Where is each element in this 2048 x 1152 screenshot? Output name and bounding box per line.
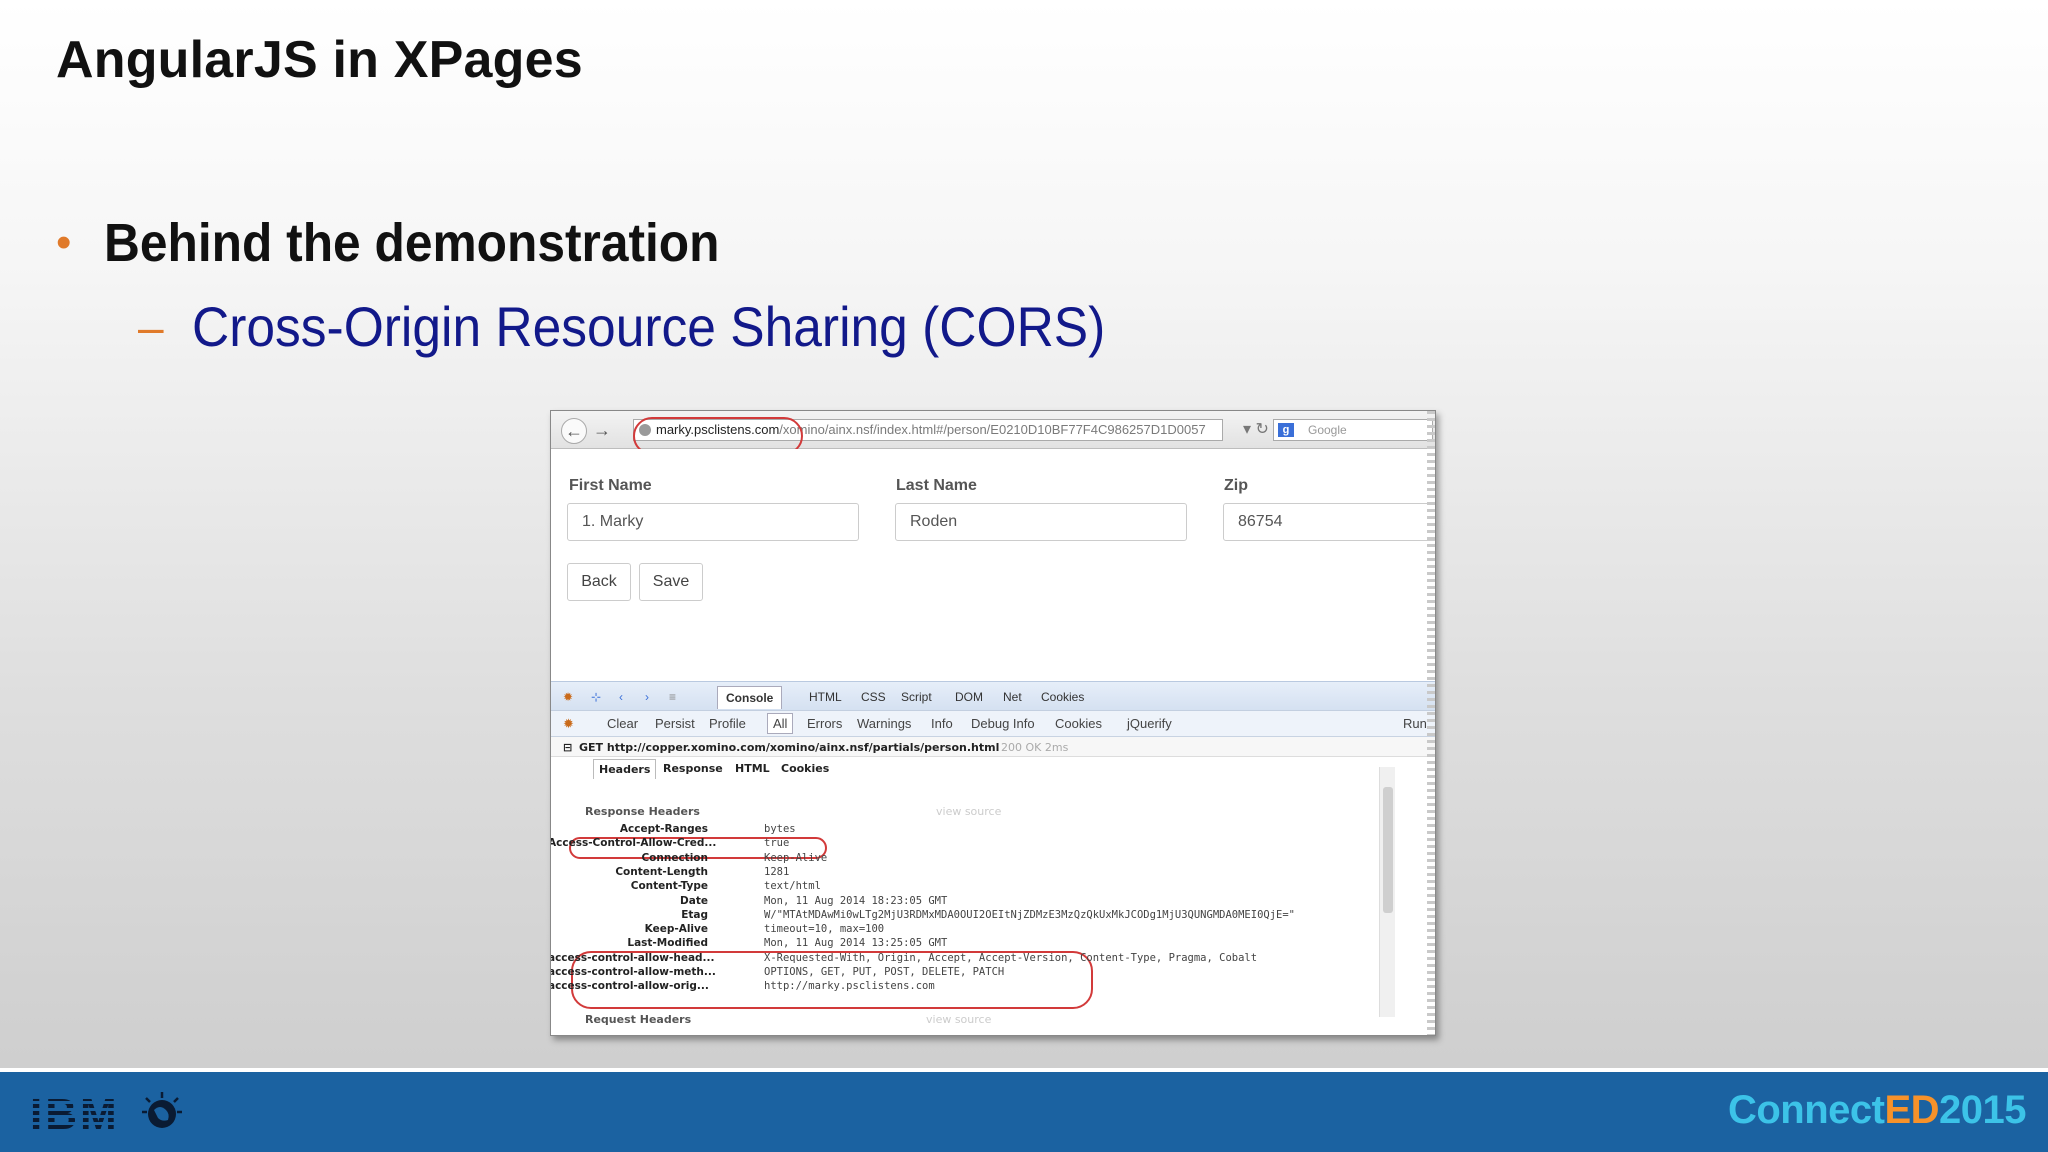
tab-net[interactable]: Net — [1003, 690, 1022, 704]
header-value: text/html — [764, 880, 821, 893]
bullet-level1: • Behind the demonstration — [56, 212, 773, 274]
tab-css[interactable]: CSS — [861, 690, 886, 704]
last-name-input[interactable]: Roden — [895, 503, 1187, 541]
header-key: access-control-allow-orig... — [550, 980, 709, 993]
connected-logo: ConnectED2015 — [1727, 1088, 2027, 1133]
inspect-icon[interactable]: ⊹ — [591, 690, 605, 704]
brand-connect: Connect — [1727, 1088, 1885, 1132]
header-key: Access-Control-Allow-Cred... — [550, 837, 717, 850]
run-button[interactable]: Run — [1403, 716, 1427, 731]
header-value: true — [764, 837, 790, 850]
header-key: Content-Length — [615, 865, 708, 878]
firebug-toolbar: ✹ ⊹ ‹ › ≡ Console HTML CSS Script DOM Ne… — [551, 681, 1435, 711]
filter-all[interactable]: All — [767, 713, 794, 734]
bullet-dot-icon: • — [56, 218, 72, 267]
header-key: Content-Type — [630, 880, 708, 893]
forward-arrow-icon[interactable]: → — [591, 418, 613, 444]
tab-cookies[interactable]: Cookies — [1041, 690, 1084, 704]
ibm-logo: IBM — [30, 1090, 120, 1139]
request-url: GET http://copper.xomino.com/xomino/ainx… — [579, 741, 1000, 754]
header-key: access-control-allow-meth... — [550, 966, 716, 978]
tab-dom[interactable]: DOM — [955, 690, 983, 704]
next-icon[interactable]: › — [645, 690, 659, 704]
tab-html[interactable]: HTML — [809, 690, 842, 704]
tab-request-cookies[interactable]: Cookies — [781, 762, 829, 775]
filter-warnings[interactable]: Warnings — [857, 716, 911, 731]
list-icon[interactable]: ≡ — [669, 690, 683, 704]
zip-label: Zip — [1224, 477, 1248, 494]
header-value: W/"MTAtMDAwMi0wLTg2MjU3RDMxMDA0OUI2OEItN… — [764, 908, 1296, 921]
last-name-label: Last Name — [896, 477, 977, 494]
filter-errors[interactable]: Errors — [807, 716, 842, 731]
profile-button[interactable]: Profile — [709, 716, 746, 731]
scrollbar[interactable] — [1379, 767, 1395, 1017]
globe-icon — [142, 1092, 182, 1128]
persist-button[interactable]: Persist — [655, 716, 695, 731]
back-button[interactable]: Back — [567, 563, 631, 601]
filter-cookies[interactable]: Cookies — [1055, 716, 1102, 731]
scrollbar-thumb[interactable] — [1383, 787, 1393, 913]
tab-console[interactable]: Console — [717, 686, 783, 709]
first-name-label: First Name — [569, 477, 652, 494]
header-value: http://marky.psclistens.com — [764, 980, 935, 993]
footer-bar: IBM ConnectED2015 — [0, 1068, 2048, 1152]
tab-headers[interactable]: Headers — [593, 759, 657, 779]
clear-button[interactable]: Clear — [607, 716, 638, 731]
jquerify-button[interactable]: jQuerify — [1127, 716, 1172, 731]
firebug-icon[interactable]: ✹ — [563, 690, 577, 704]
header-value: bytes — [764, 823, 796, 835]
person-form: First Name 1. Marky Last Name Roden Zip … — [551, 449, 1435, 671]
filter-info[interactable]: Info — [931, 716, 953, 731]
view-source-link-2[interactable]: view source — [926, 1013, 991, 1026]
header-key: access-control-allow-head... — [550, 951, 715, 964]
header-key: Accept-Ranges — [619, 823, 708, 835]
net-request-row[interactable]: ⊟ GET http://copper.xomino.com/xomino/ai… — [551, 737, 1435, 757]
header-value: Mon, 11 Aug 2014 18:23:05 GMT — [764, 894, 948, 907]
browser-screenshot: ← → marky.psclistens.com/xomino/ainx.nsf… — [550, 410, 1436, 1036]
tab-script[interactable]: Script — [901, 690, 932, 704]
request-tabs: Headers Response HTML Cookies — [551, 757, 1411, 779]
bullet-dash-icon: – — [138, 300, 164, 353]
filter-debug-info[interactable]: Debug Info — [971, 716, 1035, 731]
tab-response[interactable]: Response — [663, 762, 723, 775]
search-placeholder: Google — [1308, 423, 1347, 437]
bullet-level2-text: Cross-Origin Resource Sharing (CORS) — [192, 295, 1106, 358]
header-key: Last-Modified — [627, 937, 708, 950]
header-value: Keep-Alive — [764, 851, 828, 864]
torn-edge — [1427, 411, 1435, 1035]
bullet-level1-text: Behind the demonstration — [104, 213, 720, 273]
brand-ed: ED — [1884, 1088, 1940, 1132]
console-clear-icon[interactable]: ✹ — [563, 716, 574, 732]
prev-icon[interactable]: ‹ — [619, 690, 633, 704]
header-value: 1281 — [764, 865, 790, 878]
first-name-input[interactable]: 1. Marky — [567, 503, 859, 541]
zip-input[interactable]: 86754 — [1223, 503, 1435, 541]
slide-title: AngularJS in XPages — [56, 31, 583, 89]
header-key: Date — [680, 894, 708, 907]
bullet-level2: – Cross-Origin Resource Sharing (CORS) — [138, 294, 1185, 359]
header-value: OPTIONS, GET, PUT, POST, DELETE, PATCH — [764, 966, 1005, 978]
google-icon: g — [1278, 423, 1294, 437]
back-arrow-icon[interactable]: ← — [561, 418, 587, 444]
header-value: X-Requested-With, Origin, Accept, Accept… — [764, 951, 1258, 964]
header-key: Keep-Alive — [644, 923, 708, 936]
url-path: /xomino/ainx.nsf/index.html#/person/E021… — [779, 422, 1206, 437]
save-button[interactable]: Save — [639, 563, 703, 601]
search-field[interactable]: g Google — [1273, 419, 1433, 441]
header-value: timeout=10, max=100 — [764, 923, 885, 936]
request-status: 200 OK 2ms — [1001, 741, 1069, 754]
expand-icon[interactable]: ⊟ — [563, 741, 572, 754]
header-key: Connection — [641, 851, 708, 864]
request-headers-label[interactable]: Request Headers — [585, 1013, 691, 1026]
console-toolbar: ✹ Clear Persist Profile All Errors Warni… — [551, 711, 1435, 737]
view-source-link[interactable]: view source — [936, 805, 1001, 818]
brand-year: 2015 — [1939, 1088, 2026, 1132]
header-value: Mon, 11 Aug 2014 13:25:05 GMT — [764, 937, 948, 950]
reload-icon[interactable]: ▾ ↻ — [1243, 419, 1269, 439]
tab-request-html[interactable]: HTML — [735, 762, 770, 775]
response-headers-label[interactable]: Response Headers — [585, 805, 700, 818]
header-key: Etag — [681, 908, 708, 921]
